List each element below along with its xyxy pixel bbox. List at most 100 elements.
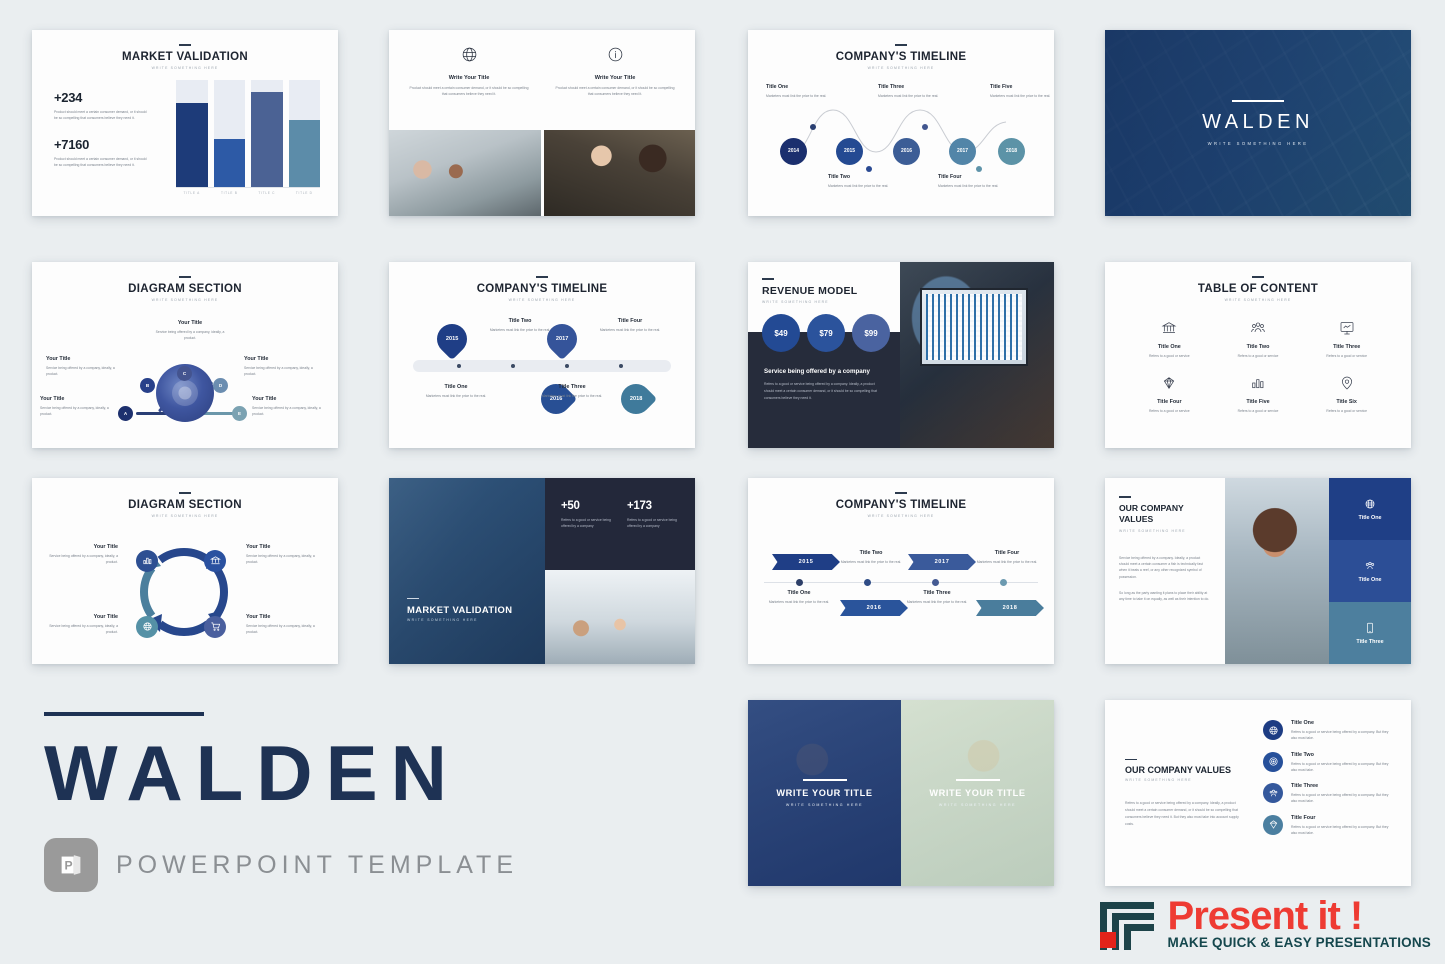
item-title: Title Two xyxy=(1291,751,1314,758)
value-tile[interactable]: Title One xyxy=(1329,478,1411,540)
slide-cover-walden[interactable]: WALDEN WRITE SOMETHING HERE xyxy=(1105,30,1411,216)
slide-table-of-content[interactable]: TABLE OF CONTENT WRITE SOMETHING HERE Ti… xyxy=(1105,262,1411,448)
timeline-pin[interactable]: 2018 xyxy=(614,377,658,421)
timeline-pin[interactable]: 2015 xyxy=(430,317,474,361)
cycle-node[interactable] xyxy=(204,549,226,572)
cycle-node[interactable] xyxy=(204,615,226,638)
price-badge[interactable]: $79 xyxy=(807,314,845,352)
title-tick xyxy=(895,44,907,46)
publisher-logo[interactable]: Present it ! MAKE QUICK & EASY PRESENTAT… xyxy=(1096,896,1431,950)
bar-chart-icon xyxy=(1216,373,1301,393)
toc-item[interactable]: Title Six Refers to a good or service xyxy=(1304,373,1389,414)
slide-company-timeline-pins[interactable]: COMPANY'S TIMELINE WRITE SOMETHING HERE … xyxy=(389,262,695,448)
timeline-arrow[interactable]: 2017 xyxy=(908,554,976,570)
photo-two-colleagues xyxy=(543,130,695,216)
diagram-node[interactable]: E xyxy=(232,405,247,421)
timeline-arrow[interactable]: 2015 xyxy=(772,554,840,570)
cycle-node[interactable] xyxy=(136,549,158,572)
globe-icon xyxy=(1365,499,1375,508)
cover-content: WALDEN WRITE SOMETHING HERE xyxy=(1105,30,1411,216)
price-badge[interactable]: $49 xyxy=(762,314,800,352)
price-badge[interactable]: $99 xyxy=(852,314,890,352)
page-title: COMPANY'S TIMELINE xyxy=(835,498,967,511)
page-title: COMPANY'S TIMELINE xyxy=(835,50,967,63)
item-text: Refers to a good or service being offere… xyxy=(1291,793,1389,804)
item-body: Title Three Refers to a good or service … xyxy=(1291,783,1393,805)
cart-icon xyxy=(210,622,220,631)
toc-item[interactable]: Title Five Refers to a good or service xyxy=(1216,373,1301,414)
page-title: REVENUE MODEL xyxy=(762,284,858,297)
diagram-node[interactable]: B xyxy=(140,377,155,393)
panel-left[interactable]: WRITE YOUR TITLE WRITE SOMETHING HERE xyxy=(748,700,901,886)
column-two: Write Your Title Product should meet a c… xyxy=(545,46,685,98)
label-title: Title Four xyxy=(617,318,643,324)
target-icon xyxy=(1263,751,1283,772)
timeline-arrow[interactable]: 2018 xyxy=(976,600,1044,616)
page-subtitle: WRITE SOMETHING HERE xyxy=(867,513,935,518)
slide-market-validation[interactable]: MARKET VALIDATION WRITE SOMETHING HERE +… xyxy=(32,30,338,216)
toc-item[interactable]: Title One Refers to a good or service xyxy=(1127,318,1212,359)
timeline-node[interactable]: 2014 xyxy=(780,137,807,165)
item-text: Refers to a good or service xyxy=(1326,408,1368,413)
toc-item[interactable]: Title Four Refers to a good or service xyxy=(1127,373,1212,414)
slide-company-timeline-arrows[interactable]: COMPANY'S TIMELINE WRITE SOMETHING HERE … xyxy=(748,478,1054,664)
bar-category-label: TITLE C xyxy=(258,190,276,195)
timeline-label: Title Four Marketers must link the price… xyxy=(599,318,661,333)
timeline-wave: 2014 2015 2016 2017 2018 Title One Marke… xyxy=(748,74,1054,206)
toc-item[interactable]: Title Two Refers to a good or service xyxy=(1216,318,1301,359)
toc-item[interactable]: Title Three Refers to a good or service xyxy=(1304,318,1389,359)
list-item[interactable]: Title Three Refers to a good or service … xyxy=(1263,783,1393,805)
presentit-mark-icon xyxy=(1096,896,1158,950)
tile-label: Title One xyxy=(1358,514,1382,521)
stat-item: +173 Refers to a good or service being o… xyxy=(627,500,679,530)
list-item[interactable]: Title One Refers to a good or service be… xyxy=(1263,720,1393,742)
label-title: Title Three xyxy=(878,83,905,90)
info-icon xyxy=(607,47,624,67)
slide-market-validation-photo[interactable]: MARKET VALIDATION WRITE SOMETHING HERE +… xyxy=(389,478,695,664)
slide-company-values-photo[interactable]: OUR COMPANY VALUES WRITE SOMETHING HERE … xyxy=(1105,478,1411,664)
label-text: Marketers must link the price to the rea… xyxy=(425,394,487,398)
slide-header: MARKET VALIDATION WRITE SOMETHING HERE xyxy=(32,30,338,70)
timeline-node[interactable]: 2015 xyxy=(836,137,863,165)
stat-item: +50 Refers to a good or service being of… xyxy=(561,500,613,530)
label-title: Your Title xyxy=(252,395,277,402)
column-title: Write Your Title xyxy=(448,75,490,81)
slide-company-timeline-wave[interactable]: COMPANY'S TIMELINE WRITE SOMETHING HERE … xyxy=(748,30,1054,216)
list-item[interactable]: Title Two Refers to a good or service be… xyxy=(1263,751,1393,774)
item-body: Title Two Refers to a good or service be… xyxy=(1291,752,1393,774)
powerpoint-icon: P xyxy=(44,838,98,892)
label-text: Marketers must link the price to the rea… xyxy=(541,394,603,398)
photo-laptop-analytics xyxy=(900,262,1054,448)
slide-two-column-icons[interactable]: Write Your Title Product should meet a c… xyxy=(389,30,695,216)
timeline-node[interactable]: 2017 xyxy=(949,137,976,165)
page-title: MARKET VALIDATION xyxy=(407,604,513,615)
slide-diagram-cycle[interactable]: DIAGRAM SECTION WRITE SOMETHING HERE You… xyxy=(32,478,338,664)
panel-right[interactable]: WRITE YOUR TITLE WRITE SOMETHING HERE xyxy=(901,700,1054,886)
diagram-node[interactable]: C xyxy=(177,365,192,381)
diagram-node[interactable]: D xyxy=(213,377,228,393)
stats-column: +234 Product should meet a certain consu… xyxy=(54,80,162,195)
slide-diagram-radial[interactable]: DIAGRAM SECTION WRITE SOMETHING HERE A B… xyxy=(32,262,338,448)
label-text: Marketers must link the price to the rea… xyxy=(840,560,902,564)
label-title: Title Two xyxy=(508,318,532,324)
slide-company-values-list[interactable]: OUR COMPANY VALUES WRITE SOMETHING HERE … xyxy=(1105,700,1411,886)
timeline-arrow[interactable]: 2016 xyxy=(840,600,908,616)
value-tile[interactable]: Title One xyxy=(1329,540,1411,602)
label-text: Service being offered by a company, idea… xyxy=(46,365,115,376)
cycle-node[interactable] xyxy=(136,615,158,638)
bar-category-label: TITLE B xyxy=(220,190,238,195)
list-item[interactable]: Title Four Refers to a good or service b… xyxy=(1263,814,1393,837)
value-tile[interactable]: Title Three xyxy=(1329,602,1411,664)
diagram-node[interactable]: A xyxy=(118,405,133,421)
timeline-node[interactable]: 2016 xyxy=(893,137,920,165)
stat-value: +173 xyxy=(627,500,652,512)
timeline-node[interactable]: 2018 xyxy=(998,137,1025,165)
slide-header: COMPANY'S TIMELINE WRITE SOMETHING HERE xyxy=(748,30,1054,70)
slide-revenue-model[interactable]: REVENUE MODEL WRITE SOMETHING HERE $49 $… xyxy=(748,262,1054,448)
page-title: OUR COMPANY VALUES xyxy=(1125,765,1232,776)
values-list: Title One Refers to a good or service be… xyxy=(1263,700,1411,886)
label-text: Service being offered by a company, idea… xyxy=(40,405,109,416)
globe-icon xyxy=(142,622,152,631)
label-text: Service being offered by a company, idea… xyxy=(155,329,225,340)
slide-dual-photo-titles[interactable]: WRITE YOUR TITLE WRITE SOMETHING HERE WR… xyxy=(748,700,1054,886)
